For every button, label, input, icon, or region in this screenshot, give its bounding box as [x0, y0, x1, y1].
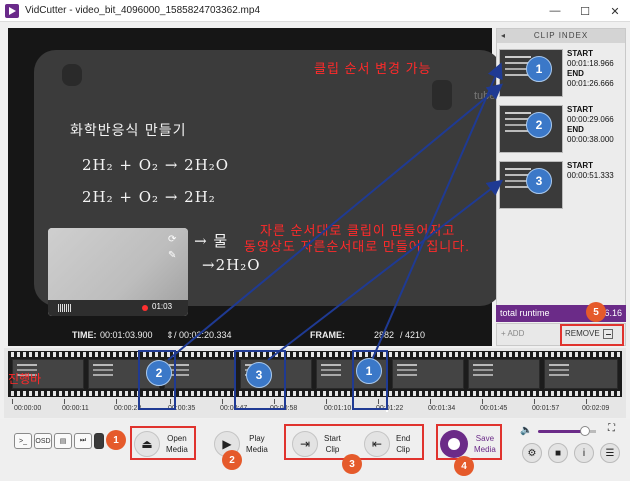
watermark: tube: [474, 90, 496, 102]
handwriting-eq-2: 2H₂ + O₂ → 2H₂: [82, 188, 216, 206]
annotation-box-remove: [560, 324, 624, 346]
time-current: 00:01:03.900: [100, 330, 153, 340]
window-title: VidCutter - video_bit_4096000_1585824703…: [25, 5, 261, 16]
clip-index-header: ◂ CLIP INDEX: [497, 29, 625, 43]
volume-icon[interactable]: 🔈: [520, 425, 532, 436]
annotation-box-open-media: [130, 426, 196, 460]
collapse-icon[interactable]: ◂: [501, 29, 506, 43]
time-stepper-icon[interactable]: ⇕: [166, 330, 174, 341]
vidcutter-window: VidCutter - video_bit_4096000_1585824703…: [0, 0, 630, 481]
vidcutter-logo-icon: [5, 3, 19, 18]
annotation-progress-label: 진행바: [8, 372, 42, 386]
add-clip-button[interactable]: + ADD: [501, 329, 524, 338]
timeline-marker-2: 2: [146, 360, 172, 386]
clip-item-3[interactable]: START 00:00:51.333: [499, 161, 625, 217]
volume-slider[interactable]: [538, 430, 586, 433]
filmstrip[interactable]: [8, 351, 622, 397]
play-media-label: Play Media: [246, 434, 268, 454]
thumbnail-frame: [392, 359, 464, 389]
annotation-box-save-media: [436, 424, 502, 460]
clip-index-panel: ◂ CLIP INDEX START 00:01:18.966 END 00:0…: [496, 28, 626, 322]
fullscreen-icon[interactable]: ⛶: [608, 423, 615, 434]
waveform-icon: [58, 304, 72, 312]
step-marker-4: 4: [454, 456, 474, 476]
thumbnail-frame: [468, 359, 540, 389]
smudge-2: [432, 80, 452, 110]
thumbnail-frame: [544, 359, 618, 389]
clip-info: START 00:01:18.966 END 00:01:26.666: [567, 49, 614, 88]
timeline-ticks: 00:00:00 00:00:11 00:00:23 00:00:35 00:0…: [4, 399, 626, 417]
clip-marker-2: 2: [526, 112, 552, 138]
volume-slider-handle[interactable]: [580, 426, 590, 436]
total-runtime-label: total runtime: [500, 308, 550, 318]
film-perforation-bottom: [8, 391, 622, 396]
smudge: [62, 64, 82, 86]
film-perforation-top: [8, 352, 622, 357]
step-marker-5: 5: [586, 302, 606, 322]
timeline-marker-3: 3: [246, 362, 272, 388]
embedded-player: ⟳ ✎ 01:03: [48, 228, 188, 316]
annotation-reorder-note: 클립 순서 변경 가능: [314, 61, 432, 76]
close-button[interactable]: ✕: [600, 0, 630, 22]
timeline-marker-1: 1: [356, 358, 382, 384]
frame-current: 2882: [374, 330, 395, 340]
camera-icon[interactable]: ■: [548, 443, 568, 463]
step-marker-3: 3: [342, 454, 362, 474]
annotation-order-note-2: 동영상도 자른순서대로 만들어 집니다.: [244, 239, 470, 254]
skip-end-icon[interactable]: ⏭: [74, 433, 92, 449]
clip-info: START 00:00:51.333: [567, 161, 614, 180]
console-button[interactable]: >_: [14, 433, 32, 449]
handwriting-title: 화학반응식 만들기: [70, 123, 187, 139]
frame-label: FRAME:: [310, 330, 345, 340]
window-controls: — ☐ ✕: [540, 0, 630, 22]
mode-toggle[interactable]: [94, 433, 104, 449]
edit-icon: ✎: [168, 250, 177, 261]
time-label: TIME:: [72, 330, 97, 340]
clip-item-1[interactable]: START 00:01:18.966 END 00:01:26.666: [499, 49, 625, 105]
clip-item-2[interactable]: START 00:00:29.066 END 00:00:38.000: [499, 105, 625, 161]
clip-marker-3: 3: [526, 168, 552, 194]
info-icon[interactable]: i: [574, 443, 594, 463]
total-runtime-value: 6.16: [604, 308, 622, 318]
refresh-icon: ⟳: [168, 234, 177, 245]
handwriting-eq-4: →2H₂O: [202, 256, 261, 274]
clip-info: START 00:00:29.066 END 00:00:38.000: [567, 105, 614, 144]
title-bar: VidCutter - video_bit_4096000_1585824703…: [0, 0, 630, 22]
osd-button[interactable]: OSD: [34, 433, 52, 449]
record-dot-icon: [142, 305, 148, 311]
settings-gear-icon[interactable]: ⚙: [522, 443, 542, 463]
minimize-button[interactable]: —: [540, 0, 570, 22]
frame-total: / 4210: [400, 330, 426, 340]
chapter-icon[interactable]: ▤: [54, 433, 72, 449]
video-status-bar: TIME: 00:01:03.900 ⇕ / 00:02:20.334 FRAM…: [8, 326, 492, 346]
total-runtime-bar: total runtime 6.16: [496, 305, 626, 322]
handwriting-eq-1: 2H₂ + O₂ → 2H₂O: [82, 156, 230, 174]
step-marker-2: 2: [222, 450, 242, 470]
embedded-player-controls: 01:03: [48, 300, 188, 316]
embedded-player-time: 01:03: [152, 302, 173, 311]
video-preview[interactable]: 화학반응식 만들기 2H₂ + O₂ → 2H₂O 2H₂ + O₂ → 2H₂…: [8, 28, 502, 346]
step-marker-1: 1: [106, 430, 126, 450]
time-total: / 00:02:20.334: [174, 330, 232, 340]
clip-marker-1: 1: [526, 56, 552, 82]
maximize-button[interactable]: ☐: [570, 0, 600, 22]
menu-list-icon[interactable]: ☰: [600, 443, 620, 463]
volume-slider-rest: [590, 430, 596, 433]
